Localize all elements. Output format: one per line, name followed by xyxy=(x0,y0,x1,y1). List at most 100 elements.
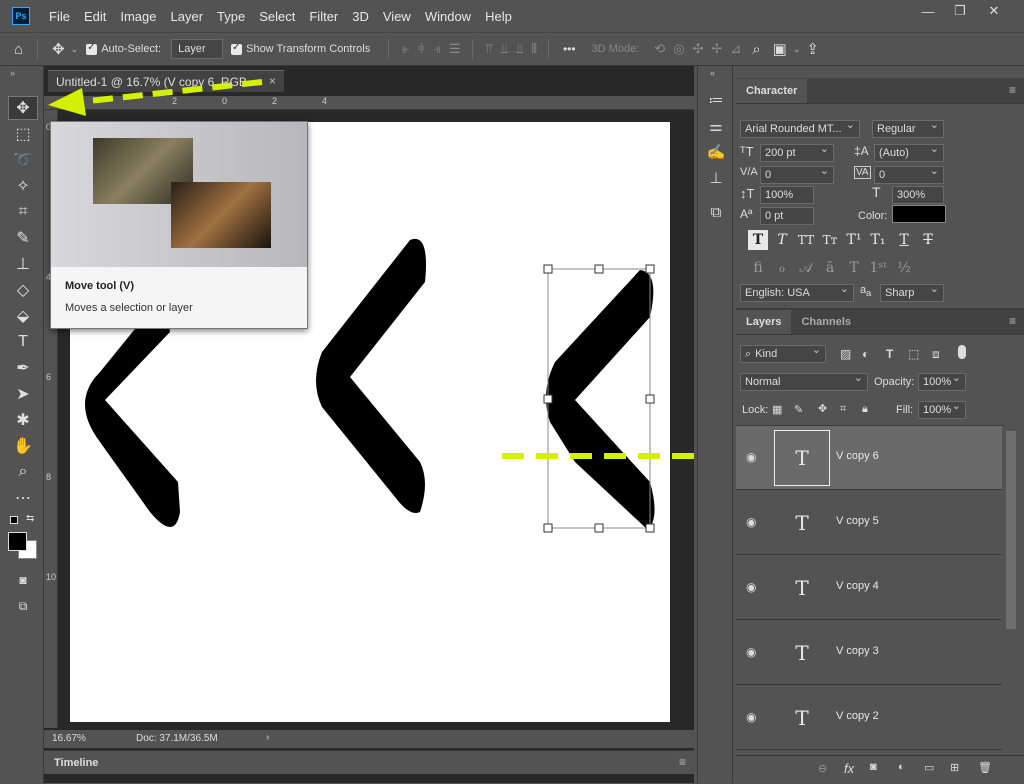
path-selection-tool[interactable]: ➤ xyxy=(8,382,38,406)
filter-shape-icon[interactable]: ⬚ xyxy=(908,347,919,361)
stylistic-alternates-icon[interactable]: ā xyxy=(820,258,840,278)
custom-shape-tool[interactable]: ✱ xyxy=(8,408,38,432)
menu-layer[interactable]: Layer xyxy=(164,9,211,24)
swap-colors-icon[interactable]: ⇆ xyxy=(26,513,34,524)
old-style-icon[interactable]: ℴ xyxy=(772,258,792,278)
properties-icon[interactable]: ⚌ xyxy=(704,114,728,138)
align-center-icon[interactable]: ⫩ xyxy=(418,41,426,57)
faux-bold-icon[interactable]: T xyxy=(748,230,768,250)
link-icon[interactable]: ⊖ xyxy=(818,762,827,775)
filter-pixel-icon[interactable]: ▨ xyxy=(840,347,851,361)
adjustment-icon[interactable]: ◐ xyxy=(898,761,905,773)
horizontal-scale-field[interactable]: 300% xyxy=(892,186,944,204)
collapse-icon[interactable]: » xyxy=(10,68,15,78)
align-right-icon[interactable]: ⫣ xyxy=(433,41,441,57)
tab-layers[interactable]: Layers xyxy=(736,310,792,334)
opacity-field[interactable]: 100% xyxy=(918,371,966,391)
more-tools-icon[interactable]: ⋯ xyxy=(8,486,38,510)
menu-select[interactable]: Select xyxy=(252,9,302,24)
swash-icon[interactable]: 𝒜 xyxy=(796,258,816,278)
menu-help[interactable]: Help xyxy=(478,9,519,24)
trash-icon[interactable]: 🗑︎ xyxy=(978,761,992,774)
strikethrough-icon[interactable]: T xyxy=(918,230,938,250)
ordinals-icon[interactable]: 1ˢᵗ xyxy=(868,258,888,278)
kerning-field[interactable]: 0 xyxy=(760,164,834,184)
layer-row[interactable]: ◉ T V copy 6 xyxy=(736,426,1002,490)
panel-menu-icon[interactable]: ≡ xyxy=(1009,314,1016,328)
anti-alias-dropdown[interactable]: Sharp xyxy=(880,282,944,302)
visibility-eye-icon[interactable]: ◉ xyxy=(746,710,756,724)
font-family-dropdown[interactable]: Arial Rounded MT... xyxy=(740,118,860,138)
marquee-tool[interactable]: ⬚ xyxy=(8,122,38,146)
magic-wand-tool[interactable]: ✧ xyxy=(8,174,38,198)
filter-toggle[interactable] xyxy=(958,345,966,359)
fractions-icon[interactable]: ½ xyxy=(894,258,914,278)
ligatures-icon[interactable]: ﬁ xyxy=(748,258,768,278)
filter-adjustment-icon[interactable]: ◐ xyxy=(862,347,869,361)
language-dropdown[interactable]: English: USA xyxy=(740,282,854,302)
filter-type-icon[interactable]: T xyxy=(886,347,893,361)
tab-character[interactable]: Character xyxy=(736,79,808,103)
mask-icon[interactable]: ◙ xyxy=(870,761,877,773)
quick-mask-icon[interactable]: ◙ xyxy=(8,568,38,592)
menu-edit[interactable]: Edit xyxy=(77,9,113,24)
lock-all-icon[interactable]: 🔒︎ xyxy=(862,403,868,416)
lasso-tool[interactable]: ➰ xyxy=(8,148,38,172)
chevron-down-icon[interactable]: ⌄ xyxy=(793,44,801,55)
brush-settings-icon[interactable]: ✍ xyxy=(704,140,728,164)
align-bottom-icon[interactable]: ⫫ xyxy=(516,41,523,57)
brush-tool[interactable]: ✎ xyxy=(8,226,38,250)
all-caps-icon[interactable]: TT xyxy=(796,230,816,250)
titling-icon[interactable]: T xyxy=(844,258,864,278)
close-window-button[interactable]: ✕ xyxy=(978,0,1010,22)
chevron-down-icon[interactable]: ⌄ xyxy=(71,44,79,55)
tab-channels[interactable]: Channels xyxy=(791,310,861,334)
default-colors-icon[interactable] xyxy=(10,516,18,524)
font-style-dropdown[interactable]: Regular xyxy=(872,118,944,138)
visibility-eye-icon[interactable]: ◉ xyxy=(746,450,756,464)
minimize-button[interactable]: — xyxy=(912,0,944,22)
menu-view[interactable]: View xyxy=(376,9,418,24)
visibility-eye-icon[interactable]: ◉ xyxy=(746,580,756,594)
layer-row[interactable]: ◉ T V copy 4 xyxy=(736,556,1002,620)
lock-transparent-icon[interactable]: ▦ xyxy=(772,403,782,416)
menu-image[interactable]: Image xyxy=(113,9,163,24)
layer-kind-filter[interactable]: ⌕ Kind xyxy=(740,343,826,363)
lock-position-icon[interactable]: ✥ xyxy=(818,402,827,415)
search-icon[interactable]: ⌕ xyxy=(752,41,760,58)
workspace-icon[interactable]: ▣ xyxy=(773,40,787,58)
zoom-level[interactable]: 16.67% xyxy=(52,733,86,744)
foreground-color-swatch[interactable] xyxy=(8,532,27,551)
fill-field[interactable]: 100% xyxy=(918,399,966,419)
group-icon[interactable]: ▭ xyxy=(924,761,934,774)
layer-row[interactable]: ◉ T V copy 3 xyxy=(736,621,1002,685)
menu-file[interactable]: File xyxy=(42,9,77,24)
crop-tool[interactable]: ⌗ xyxy=(8,200,38,224)
home-icon[interactable]: ⌂ xyxy=(14,41,23,58)
underline-icon[interactable]: T xyxy=(894,230,914,250)
restore-button[interactable]: ❐ xyxy=(944,0,976,22)
pen-tool[interactable]: ✒ xyxy=(8,356,38,380)
lock-artboard-icon[interactable]: ⌗ xyxy=(840,403,846,416)
chevron-right-icon[interactable]: › xyxy=(266,732,269,743)
eraser-tool[interactable]: ◇ xyxy=(8,278,38,302)
faux-italic-icon[interactable]: T xyxy=(772,230,792,250)
layers-scrollbar[interactable] xyxy=(1006,431,1016,629)
auto-select-target-dropdown[interactable]: Layer xyxy=(171,39,224,59)
auto-select-checkbox[interactable] xyxy=(86,42,98,55)
baseline-shift-field[interactable]: 0 pt xyxy=(760,207,814,225)
new-layer-icon[interactable]: ⊞ xyxy=(950,761,959,774)
fx-icon[interactable]: fx xyxy=(844,761,854,776)
type-tool[interactable]: T xyxy=(8,330,38,354)
vertical-scale-field[interactable]: 100% xyxy=(760,186,814,204)
menu-filter[interactable]: Filter xyxy=(302,9,345,24)
distribute-vertical-icon[interactable]: ⫴ xyxy=(531,41,537,57)
collapse-icon[interactable]: « xyxy=(710,68,715,78)
superscript-icon[interactable]: T¹ xyxy=(844,230,864,250)
hand-tool[interactable]: ✋ xyxy=(8,434,38,458)
timeline-label[interactable]: Timeline xyxy=(54,757,98,769)
close-document-icon[interactable]: × xyxy=(269,74,276,88)
paint-bucket-tool[interactable]: ⬙ xyxy=(8,304,38,328)
visibility-eye-icon[interactable]: ◉ xyxy=(746,645,756,659)
panel-menu-icon[interactable]: ≡ xyxy=(1009,83,1016,97)
